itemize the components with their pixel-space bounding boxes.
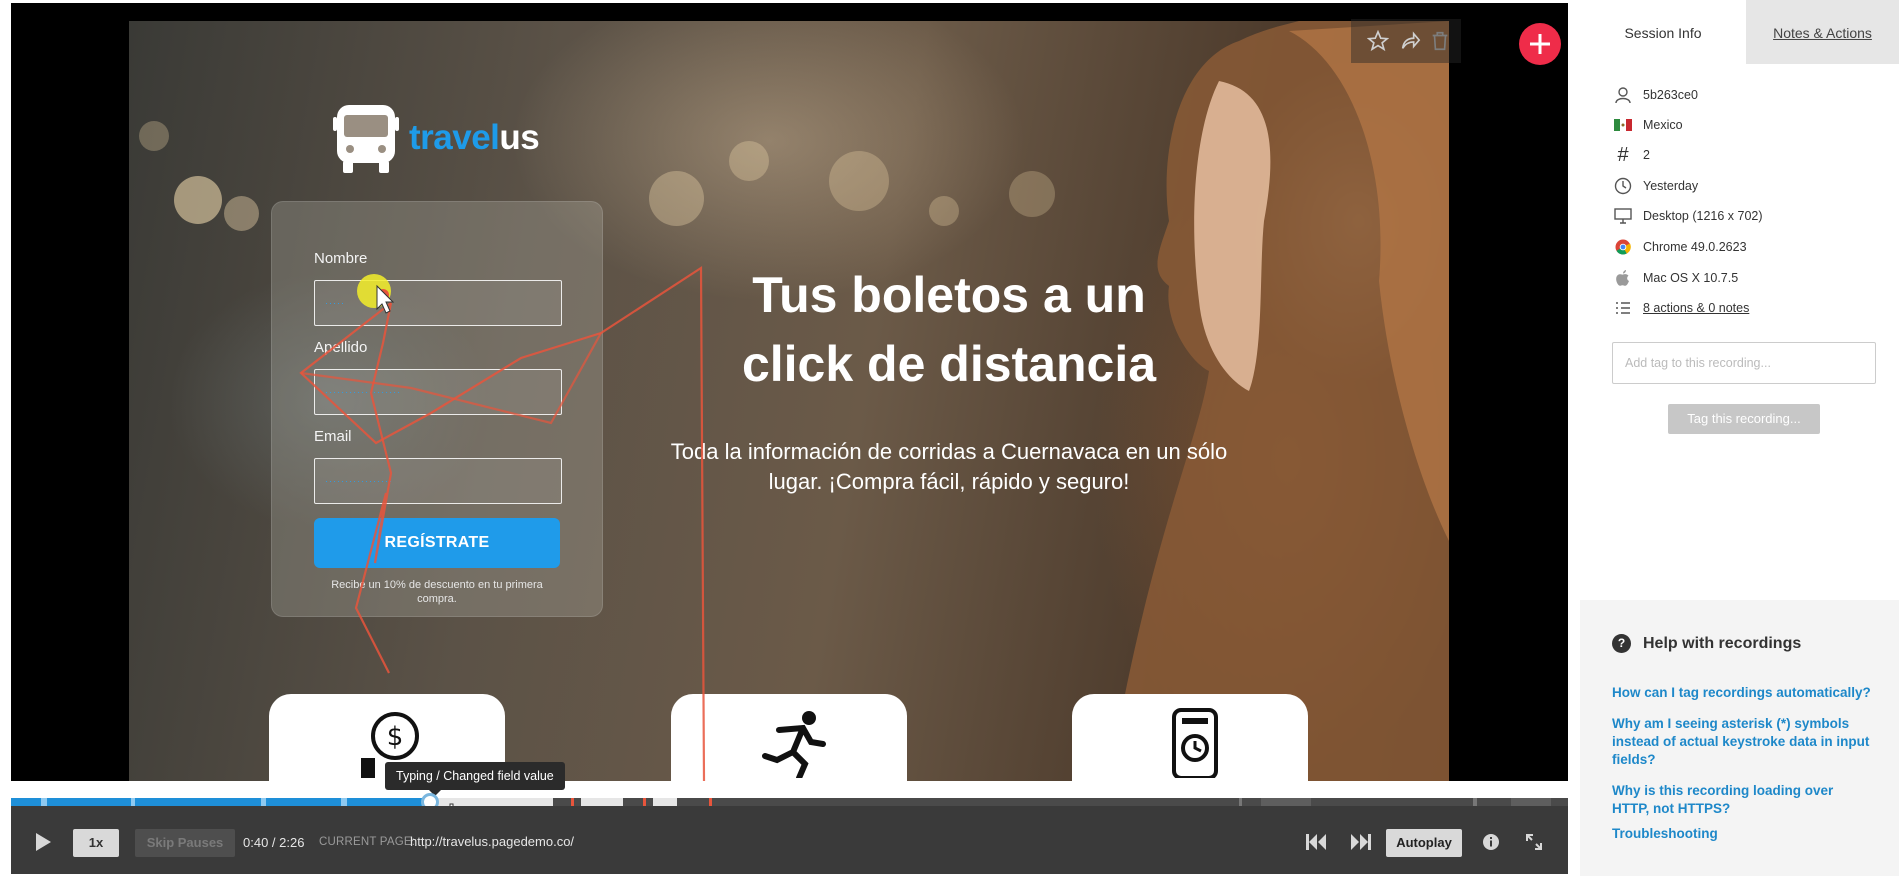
timeline-event-marker bbox=[571, 798, 574, 806]
info-icon[interactable] bbox=[1482, 833, 1500, 851]
timeline-event-marker bbox=[643, 798, 646, 806]
user-icon bbox=[1615, 87, 1631, 104]
recording-tools bbox=[1351, 19, 1461, 63]
play-icon[interactable] bbox=[33, 831, 53, 853]
apple-icon bbox=[1616, 270, 1629, 286]
current-page-label: CURRENT PAGE: bbox=[319, 836, 416, 848]
date-value: Yesterday bbox=[1643, 179, 1699, 193]
os-value: Mac OS X 10.7.5 bbox=[1643, 271, 1739, 285]
event-tooltip: Typing / Changed field value bbox=[385, 762, 565, 796]
info-visits: # 2 bbox=[1612, 144, 1650, 166]
panel-tabs: Session Info Notes & Actions bbox=[1580, 0, 1899, 64]
timeline-played-portion bbox=[11, 798, 433, 806]
help-link-http-loading[interactable]: Why is this recording loading over HTTP,… bbox=[1612, 782, 1872, 818]
timeline-activity-marker bbox=[1473, 798, 1477, 806]
question-icon: ? bbox=[1612, 634, 1631, 653]
tab-session-info[interactable]: Session Info bbox=[1580, 0, 1746, 64]
playback-timeline[interactable] bbox=[11, 798, 1568, 806]
trash-icon[interactable] bbox=[1429, 30, 1451, 52]
mouse-trail bbox=[299, 265, 706, 781]
list-icon bbox=[1616, 302, 1630, 314]
help-heading: ? Help with recordings bbox=[1612, 634, 1801, 653]
chrome-icon bbox=[1615, 239, 1631, 255]
session-player: travelus Nombre ····· Apellido ·········… bbox=[0, 0, 1580, 876]
info-actions: 8 actions & 0 notes bbox=[1612, 297, 1749, 319]
visits-value: 2 bbox=[1643, 148, 1650, 162]
browser-value: Chrome 49.0.2623 bbox=[1643, 240, 1747, 254]
help-link-troubleshooting[interactable]: Troubleshooting bbox=[1612, 825, 1872, 843]
info-country: Mexico bbox=[1612, 114, 1683, 136]
help-section: ? Help with recordings How can I tag rec… bbox=[1580, 600, 1899, 876]
fullscreen-icon[interactable] bbox=[1525, 833, 1543, 851]
timeline-event-marker bbox=[709, 798, 712, 806]
playback-controls: 1x Skip Pauses 0:40 / 2:26 CURRENT PAGE:… bbox=[11, 806, 1568, 874]
playback-time: 0:40 / 2:26 bbox=[243, 835, 305, 850]
star-icon[interactable] bbox=[1367, 30, 1389, 52]
tag-recording-button[interactable]: Tag this recording... bbox=[1668, 404, 1820, 434]
hash-icon: # bbox=[1617, 143, 1629, 166]
help-link-asterisk-symbols[interactable]: Why am I seeing asterisk (*) symbols ins… bbox=[1612, 715, 1872, 769]
user-id-value: 5b263ce0 bbox=[1643, 88, 1698, 102]
recording-stage: travelus Nombre ····· Apellido ·········… bbox=[11, 3, 1568, 781]
speed-button[interactable]: 1x bbox=[73, 829, 119, 857]
previous-icon[interactable] bbox=[1305, 833, 1327, 851]
session-side-panel: Session Info Notes & Actions 5b263ce0 Me… bbox=[1580, 0, 1899, 876]
tab-notes-actions[interactable]: Notes & Actions bbox=[1746, 0, 1899, 64]
help-link-tag-automatically[interactable]: How can I tag recordings automatically? bbox=[1612, 684, 1872, 702]
help-title-text: Help with recordings bbox=[1643, 634, 1802, 652]
timeline-activity-marker bbox=[1261, 798, 1311, 806]
info-user-id: 5b263ce0 bbox=[1612, 84, 1698, 106]
device-value: Desktop (1216 x 702) bbox=[1643, 209, 1763, 223]
timeline-typing-segment bbox=[653, 798, 677, 806]
autoplay-button[interactable]: Autoplay bbox=[1386, 829, 1462, 857]
country-value: Mexico bbox=[1643, 118, 1683, 132]
clock-icon bbox=[1614, 177, 1632, 195]
share-icon[interactable] bbox=[1399, 30, 1421, 52]
timeline-activity-marker bbox=[1239, 798, 1242, 806]
timeline-typing-segment bbox=[581, 798, 623, 806]
timeline-activity-marker bbox=[1511, 798, 1551, 806]
timeline-activity-marker bbox=[341, 798, 347, 806]
info-date: Yesterday bbox=[1612, 175, 1698, 197]
mexico-flag-icon bbox=[1614, 119, 1632, 131]
info-browser: Chrome 49.0.2623 bbox=[1612, 236, 1747, 258]
current-page-url[interactable]: http://travelus.pagedemo.co/ bbox=[410, 834, 574, 849]
skip-pauses-button[interactable]: Skip Pauses bbox=[135, 829, 235, 857]
next-icon[interactable] bbox=[1350, 833, 1372, 851]
timeline-activity-marker bbox=[261, 798, 266, 806]
timeline-activity-marker bbox=[131, 798, 135, 806]
actions-notes-link[interactable]: 8 actions & 0 notes bbox=[1643, 301, 1749, 315]
add-button[interactable] bbox=[1519, 23, 1561, 65]
info-device: Desktop (1216 x 702) bbox=[1612, 205, 1763, 227]
timeline-activity-marker bbox=[41, 798, 47, 806]
desktop-icon bbox=[1614, 208, 1632, 224]
info-os: Mac OS X 10.7.5 bbox=[1612, 267, 1738, 289]
plus-icon bbox=[1530, 34, 1550, 54]
tag-input[interactable]: Add tag to this recording... bbox=[1612, 342, 1876, 384]
